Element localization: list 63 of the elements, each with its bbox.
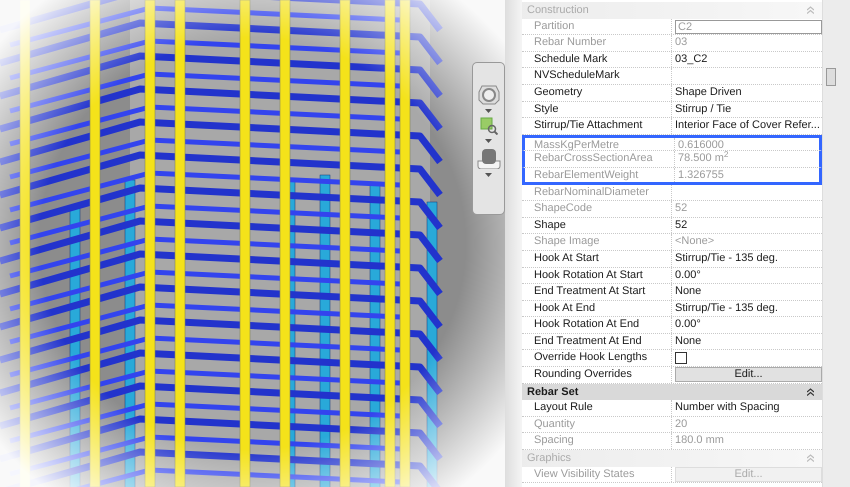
property-value: 52 [675, 202, 688, 214]
property-label: ShapeCode [522, 201, 672, 217]
property-label: Quantity [522, 416, 672, 432]
property-label: Partition [522, 18, 672, 34]
property-label: Hook Rotation At End [522, 317, 672, 333]
property-value: 0.616000 [678, 138, 724, 151]
section-title: Rebar Set [527, 384, 578, 400]
property-label: End Treatment At End [522, 334, 672, 350]
property-value: 0.00° [675, 318, 701, 330]
property-label: Stirrup/Tie Attachment [522, 118, 672, 134]
property-value: 20 [675, 418, 688, 430]
property-value: None [675, 285, 702, 298]
property-value: Stirrup/Tie - 135 deg. [675, 302, 778, 314]
section-title: Construction [527, 3, 589, 18]
cylinder-icon[interactable] [476, 147, 500, 169]
property-label: RebarCrossSectionArea [525, 151, 675, 167]
property-value: 180.0 mm [675, 434, 724, 446]
checkbox[interactable] [675, 352, 687, 364]
property-label: NVScheduleMark [522, 68, 672, 84]
scrollbar[interactable] [822, 0, 850, 487]
property-value: <None> [675, 235, 714, 248]
scrollbar-thumb[interactable] [826, 68, 836, 86]
property-label: End Treatment At Start [522, 284, 672, 300]
property-value: None [675, 334, 702, 347]
collapse-icon[interactable] [807, 388, 814, 396]
property-value: Shape Driven [675, 86, 742, 98]
property-label: View Visibility States [522, 466, 672, 482]
section-header[interactable]: Construction [522, 2, 822, 19]
caret-icon[interactable] [485, 139, 492, 143]
section-title: Graphics [527, 451, 572, 466]
section-header[interactable]: Graphics [522, 450, 822, 467]
property-label: Rebar Number [522, 35, 672, 51]
property-label: Shape Image [522, 234, 672, 250]
property-value: Number with Spacing [675, 401, 780, 414]
property-label: Schedule Mark [522, 52, 672, 68]
caret-icon[interactable] [485, 109, 492, 113]
property-label: Hook At Start [522, 250, 672, 266]
property-label: RebarNominalDiameter [522, 184, 672, 200]
property-label: Rounding Overrides [522, 367, 672, 383]
property-label: RebarElementWeight [525, 168, 675, 182]
caret-icon[interactable] [485, 173, 492, 177]
property-label: Spacing [522, 433, 672, 450]
property-label: Override Hook Lengths [522, 350, 672, 366]
property-label: MassKgPerMetre [525, 138, 675, 150]
steering-wheel-icon[interactable] [478, 83, 500, 105]
property-label: Layout Rule [522, 400, 672, 416]
edit-button[interactable]: Edit... [675, 367, 822, 382]
property-label: Shape [522, 218, 672, 234]
section-header[interactable]: Rebar Set [522, 384, 822, 400]
property-value: 03_C2 [675, 52, 708, 65]
property-value: 0.00° [675, 268, 701, 280]
property-label: Hook At End [522, 300, 672, 316]
property-value: 52 [675, 218, 688, 231]
property-label: Style [522, 102, 672, 118]
property-value: Stirrup/Tie - 135 deg. [675, 252, 778, 264]
property-label: Geometry [522, 84, 672, 101]
property-value: 03 [675, 36, 688, 48]
property-value: 78.500 m$^{2}$ [678, 152, 728, 164]
zoom-icon[interactable] [480, 117, 498, 135]
property-value: Stirrup / Tie [675, 102, 732, 115]
property-label: Hook Rotation At Start [522, 268, 672, 284]
property-value: Interior Face of Cover Refer... [675, 119, 820, 132]
property-value: 1.326755 [678, 168, 724, 181]
